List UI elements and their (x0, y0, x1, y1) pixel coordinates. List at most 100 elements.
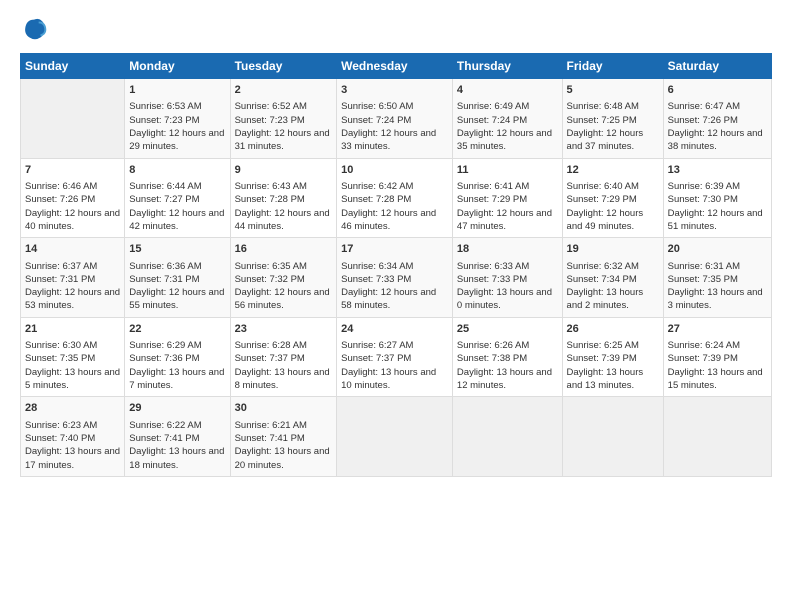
sunrise: Sunrise: 6:21 AM (235, 420, 307, 431)
sunrise: Sunrise: 6:33 AM (457, 261, 529, 272)
day-number: 28 (25, 401, 120, 416)
sunset: Sunset: 7:35 PM (668, 274, 738, 285)
header-cell-friday: Friday (562, 54, 663, 79)
daylight: Daylight: 12 hours and 56 minutes. (235, 287, 330, 311)
daylight: Daylight: 13 hours and 12 minutes. (457, 367, 552, 391)
daylight: Daylight: 13 hours and 20 minutes. (235, 446, 330, 470)
sunset: Sunset: 7:24 PM (457, 115, 527, 126)
day-cell: 21 Sunrise: 6:30 AM Sunset: 7:35 PM Dayl… (21, 317, 125, 397)
sunset: Sunset: 7:29 PM (567, 194, 637, 205)
day-cell: 6 Sunrise: 6:47 AM Sunset: 7:26 PM Dayli… (663, 79, 771, 159)
day-number: 7 (25, 163, 120, 178)
sunrise: Sunrise: 6:37 AM (25, 261, 97, 272)
day-number: 13 (668, 163, 767, 178)
sunrise: Sunrise: 6:49 AM (457, 101, 529, 112)
sunrise: Sunrise: 6:26 AM (457, 340, 529, 351)
daylight: Daylight: 12 hours and 29 minutes. (129, 128, 224, 152)
calendar-table: SundayMondayTuesdayWednesdayThursdayFrid… (20, 53, 772, 477)
day-number: 22 (129, 322, 225, 337)
sunset: Sunset: 7:35 PM (25, 353, 95, 364)
day-cell: 12 Sunrise: 6:40 AM Sunset: 7:29 PM Dayl… (562, 158, 663, 238)
day-number: 6 (668, 83, 767, 98)
day-number: 20 (668, 242, 767, 257)
sunset: Sunset: 7:32 PM (235, 274, 305, 285)
daylight: Daylight: 12 hours and 55 minutes. (129, 287, 224, 311)
sunset: Sunset: 7:28 PM (235, 194, 305, 205)
daylight: Daylight: 12 hours and 46 minutes. (341, 208, 436, 232)
sunset: Sunset: 7:34 PM (567, 274, 637, 285)
sunrise: Sunrise: 6:35 AM (235, 261, 307, 272)
day-number: 30 (235, 401, 333, 416)
day-number: 1 (129, 83, 225, 98)
sunrise: Sunrise: 6:46 AM (25, 181, 97, 192)
daylight: Daylight: 13 hours and 0 minutes. (457, 287, 552, 311)
day-cell: 10 Sunrise: 6:42 AM Sunset: 7:28 PM Dayl… (337, 158, 453, 238)
sunset: Sunset: 7:23 PM (235, 115, 305, 126)
daylight: Daylight: 12 hours and 42 minutes. (129, 208, 224, 232)
sunset: Sunset: 7:37 PM (235, 353, 305, 364)
sunset: Sunset: 7:39 PM (567, 353, 637, 364)
day-number: 9 (235, 163, 333, 178)
day-number: 10 (341, 163, 448, 178)
sunset: Sunset: 7:33 PM (341, 274, 411, 285)
week-row-5: 28 Sunrise: 6:23 AM Sunset: 7:40 PM Dayl… (21, 397, 772, 477)
sunrise: Sunrise: 6:30 AM (25, 340, 97, 351)
sunrise: Sunrise: 6:32 AM (567, 261, 639, 272)
day-number: 23 (235, 322, 333, 337)
daylight: Daylight: 13 hours and 10 minutes. (341, 367, 436, 391)
day-cell: 29 Sunrise: 6:22 AM Sunset: 7:41 PM Dayl… (125, 397, 230, 477)
day-cell: 14 Sunrise: 6:37 AM Sunset: 7:31 PM Dayl… (21, 238, 125, 318)
sunrise: Sunrise: 6:42 AM (341, 181, 413, 192)
day-number: 27 (668, 322, 767, 337)
day-cell: 28 Sunrise: 6:23 AM Sunset: 7:40 PM Dayl… (21, 397, 125, 477)
sunset: Sunset: 7:37 PM (341, 353, 411, 364)
sunrise: Sunrise: 6:31 AM (668, 261, 740, 272)
sunset: Sunset: 7:31 PM (129, 274, 199, 285)
day-cell: 8 Sunrise: 6:44 AM Sunset: 7:27 PM Dayli… (125, 158, 230, 238)
day-number: 24 (341, 322, 448, 337)
sunset: Sunset: 7:23 PM (129, 115, 199, 126)
sunrise: Sunrise: 6:28 AM (235, 340, 307, 351)
daylight: Daylight: 12 hours and 47 minutes. (457, 208, 552, 232)
day-number: 19 (567, 242, 659, 257)
sunset: Sunset: 7:31 PM (25, 274, 95, 285)
day-cell: 17 Sunrise: 6:34 AM Sunset: 7:33 PM Dayl… (337, 238, 453, 318)
day-number: 29 (129, 401, 225, 416)
sunrise: Sunrise: 6:22 AM (129, 420, 201, 431)
sunset: Sunset: 7:26 PM (668, 115, 738, 126)
daylight: Daylight: 12 hours and 35 minutes. (457, 128, 552, 152)
sunset: Sunset: 7:24 PM (341, 115, 411, 126)
day-number: 18 (457, 242, 558, 257)
day-cell (452, 397, 562, 477)
sunset: Sunset: 7:30 PM (668, 194, 738, 205)
header-cell-wednesday: Wednesday (337, 54, 453, 79)
daylight: Daylight: 12 hours and 37 minutes. (567, 128, 644, 152)
day-cell: 13 Sunrise: 6:39 AM Sunset: 7:30 PM Dayl… (663, 158, 771, 238)
day-cell: 22 Sunrise: 6:29 AM Sunset: 7:36 PM Dayl… (125, 317, 230, 397)
sunrise: Sunrise: 6:44 AM (129, 181, 201, 192)
daylight: Daylight: 12 hours and 53 minutes. (25, 287, 120, 311)
day-number: 26 (567, 322, 659, 337)
day-cell: 20 Sunrise: 6:31 AM Sunset: 7:35 PM Dayl… (663, 238, 771, 318)
header-cell-tuesday: Tuesday (230, 54, 337, 79)
day-cell: 9 Sunrise: 6:43 AM Sunset: 7:28 PM Dayli… (230, 158, 337, 238)
sunset: Sunset: 7:26 PM (25, 194, 95, 205)
sunrise: Sunrise: 6:48 AM (567, 101, 639, 112)
day-number: 16 (235, 242, 333, 257)
day-cell: 5 Sunrise: 6:48 AM Sunset: 7:25 PM Dayli… (562, 79, 663, 159)
sunrise: Sunrise: 6:52 AM (235, 101, 307, 112)
day-cell: 7 Sunrise: 6:46 AM Sunset: 7:26 PM Dayli… (21, 158, 125, 238)
day-cell: 26 Sunrise: 6:25 AM Sunset: 7:39 PM Dayl… (562, 317, 663, 397)
sunset: Sunset: 7:29 PM (457, 194, 527, 205)
sunset: Sunset: 7:41 PM (129, 433, 199, 444)
daylight: Daylight: 12 hours and 58 minutes. (341, 287, 436, 311)
daylight: Daylight: 12 hours and 51 minutes. (668, 208, 763, 232)
daylight: Daylight: 12 hours and 31 minutes. (235, 128, 330, 152)
day-cell: 30 Sunrise: 6:21 AM Sunset: 7:41 PM Dayl… (230, 397, 337, 477)
day-cell (562, 397, 663, 477)
sunrise: Sunrise: 6:41 AM (457, 181, 529, 192)
day-cell: 1 Sunrise: 6:53 AM Sunset: 7:23 PM Dayli… (125, 79, 230, 159)
daylight: Daylight: 13 hours and 13 minutes. (567, 367, 644, 391)
daylight: Daylight: 13 hours and 18 minutes. (129, 446, 224, 470)
sunrise: Sunrise: 6:29 AM (129, 340, 201, 351)
